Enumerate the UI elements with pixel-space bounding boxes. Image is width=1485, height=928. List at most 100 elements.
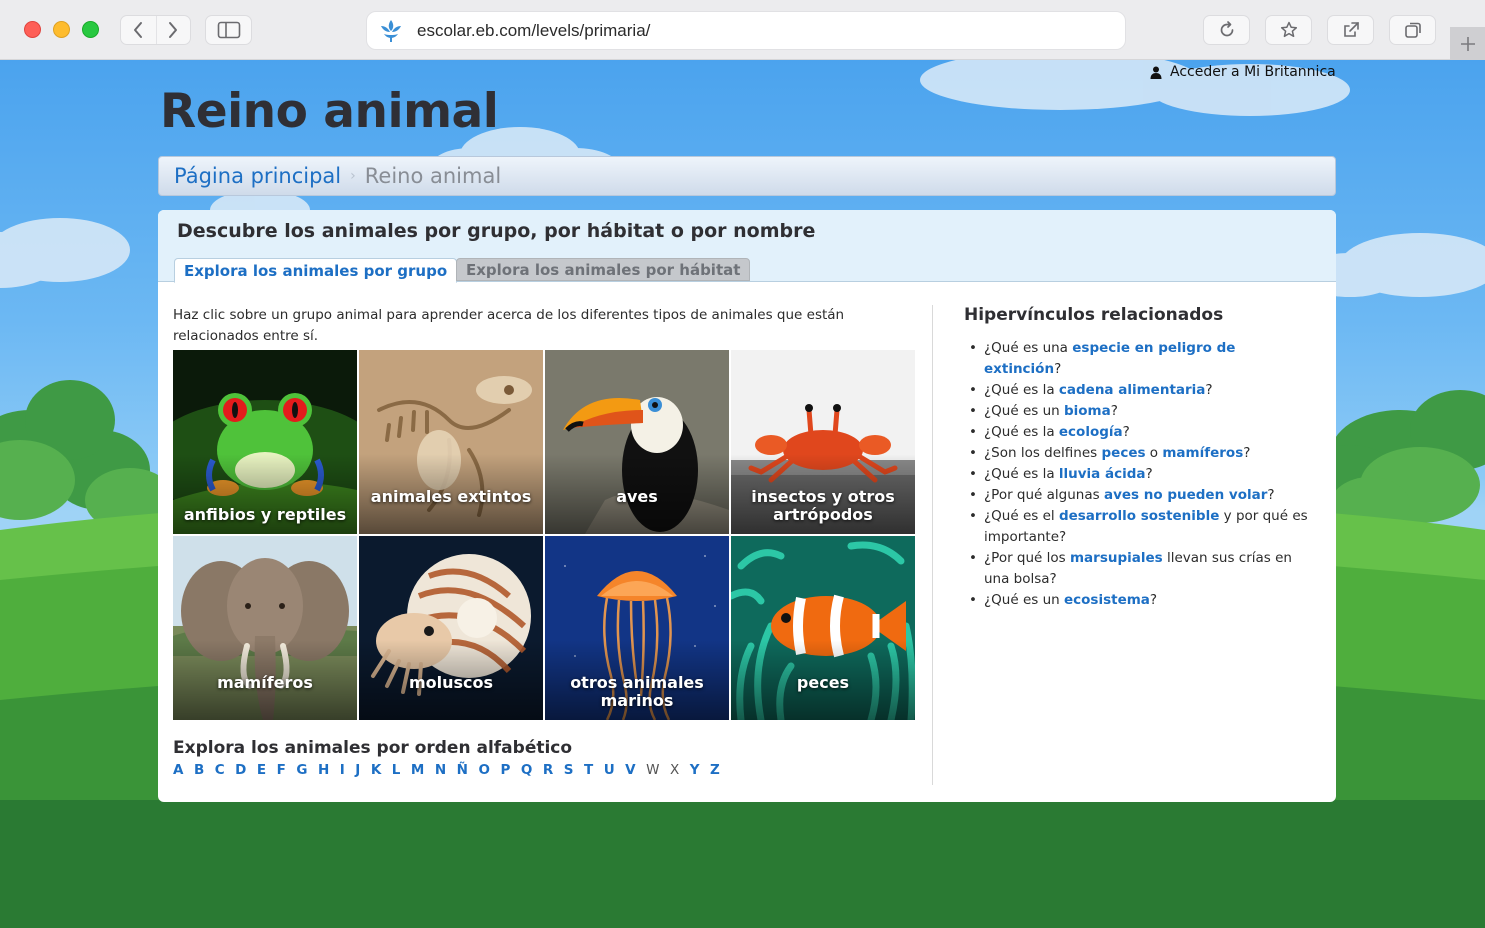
alphabet-letter[interactable]: F [277, 762, 286, 778]
reload-button[interactable] [1203, 15, 1250, 45]
new-tab-button[interactable] [1450, 27, 1485, 60]
animal-group-grid: anfibios y reptiles animales extintos av… [173, 350, 916, 720]
alphabet-letter[interactable]: G [296, 762, 307, 778]
related-link-text: ? [1110, 403, 1118, 419]
alphabet-letter[interactable]: U [604, 762, 615, 778]
panel-title: Descubre los animales por grupo, por háb… [177, 220, 816, 242]
close-window-button[interactable] [24, 21, 41, 38]
alphabet-letter[interactable]: C [215, 762, 225, 778]
breadcrumb-home-link[interactable]: Página principal [174, 164, 341, 188]
related-link-text: ? [1149, 592, 1158, 608]
alphabet-letter: X [669, 762, 680, 778]
alphabet-letter[interactable]: M [411, 762, 424, 778]
related-link-item: ¿Son los delfines peces o mamíferos? [964, 443, 1314, 464]
related-links-list: ¿Qué es una especie en peligro de extinc… [964, 338, 1314, 611]
group-tile-marine[interactable]: otros animales marinos [545, 536, 729, 720]
alphabet-letter[interactable]: R [543, 762, 553, 778]
alphabet-title: Explora los animales por orden alfabétic… [173, 738, 573, 758]
alphabet-letter[interactable]: S [564, 762, 574, 778]
related-link[interactable]: aves no pueden volar [1104, 487, 1267, 503]
group-tile-fish[interactable]: peces [731, 536, 915, 720]
alphabet-letter[interactable]: Ñ [457, 762, 468, 778]
breadcrumb-current: Reino animal [364, 164, 502, 188]
related-link-item: ¿Qué es la lluvia ácida? [964, 464, 1314, 485]
related-link-text: ¿Por qué los [984, 550, 1070, 566]
group-label: moluscos [408, 673, 494, 692]
account-link[interactable]: Acceder a Mi Britannica [1150, 64, 1336, 80]
related-link-text: ? [1267, 487, 1275, 503]
alphabet-letter[interactable]: L [392, 762, 401, 778]
alphabet-letter[interactable]: J [355, 762, 360, 778]
related-links-title: Hipervínculos relacionados [964, 305, 1224, 325]
related-link[interactable]: marsupiales [1070, 550, 1163, 566]
content-panel: Descubre los animales por grupo, por háb… [158, 210, 1336, 802]
group-tile-amphibians[interactable]: anfibios y reptiles [173, 350, 357, 534]
related-link[interactable]: desarrollo sostenible [1059, 508, 1219, 524]
minimize-window-button[interactable] [53, 21, 70, 38]
page-content: Acceder a Mi Britannica Reino animal Pág… [0, 60, 1485, 928]
group-label: insectos y otros artrópodos [751, 487, 895, 524]
alphabet-letter[interactable]: O [478, 762, 489, 778]
bookmark-button[interactable] [1265, 15, 1312, 45]
related-link-text: ¿Qué es un [984, 592, 1064, 608]
chevron-left-icon [134, 22, 143, 38]
group-label: anfibios y reptiles [183, 505, 347, 524]
related-link-text: ? [1205, 382, 1213, 398]
related-link-text: ¿Qué es la [984, 424, 1059, 440]
related-link[interactable]: ecología [1059, 424, 1123, 440]
alphabet-letter[interactable]: V [625, 762, 635, 778]
sidebar-toggle-button[interactable] [205, 15, 252, 45]
group-tile-extinct[interactable]: animales extintos [359, 350, 543, 534]
alphabet-letter[interactable]: Z [710, 762, 720, 778]
alphabet-letter[interactable]: A [173, 762, 183, 778]
related-link-text: ? [1145, 466, 1153, 482]
related-link[interactable]: mamíferos [1162, 445, 1243, 461]
alphabet-letter[interactable]: H [318, 762, 329, 778]
browser-toolbar: escolar.eb.com/levels/primaria/ [0, 0, 1485, 60]
related-link-item: ¿Qué es un bioma? [964, 401, 1314, 422]
related-link-item: ¿Qué es una especie en peligro de extinc… [964, 338, 1314, 380]
related-link-text: ¿Qué es la [984, 382, 1059, 398]
related-link[interactable]: ecosistema [1064, 592, 1150, 608]
url-text: escolar.eb.com/levels/primaria/ [417, 20, 651, 40]
related-link[interactable]: bioma [1064, 403, 1111, 419]
related-link-text: ¿Son los delfines [984, 445, 1102, 461]
group-tile-birds[interactable]: aves [545, 350, 729, 534]
share-button[interactable] [1327, 15, 1374, 45]
related-link-item: ¿Qué es un ecosistema? [964, 590, 1314, 611]
alphabet-letter[interactable]: K [371, 762, 381, 778]
alphabet-letter[interactable]: N [435, 762, 446, 778]
related-link-item: ¿Por qué algunas aves no pueden volar? [964, 485, 1314, 506]
navigation-buttons [120, 15, 191, 45]
tab-by-group[interactable]: Explora los animales por grupo [174, 258, 458, 283]
forward-button[interactable] [155, 16, 191, 44]
column-divider [932, 305, 933, 785]
alphabet-letter[interactable]: I [340, 762, 345, 778]
address-bar[interactable]: escolar.eb.com/levels/primaria/ [366, 11, 1126, 50]
alphabet-letter[interactable]: D [235, 762, 246, 778]
related-link-text: ¿Qué es el [984, 508, 1059, 524]
alphabet-letter[interactable]: E [257, 762, 266, 778]
related-link[interactable]: lluvia ácida [1059, 466, 1146, 482]
zoom-window-button[interactable] [82, 21, 99, 38]
reload-icon [1220, 21, 1233, 37]
group-tile-mollusks[interactable]: moluscos [359, 536, 543, 720]
alphabet-letter[interactable]: T [584, 762, 593, 778]
britannica-logo-icon [376, 16, 406, 46]
tab-overview-button[interactable] [1389, 15, 1436, 45]
related-link-text: ¿Qué es la [984, 466, 1059, 482]
alphabet-letter[interactable]: B [194, 762, 204, 778]
group-tile-arthropods[interactable]: insectos y otros artrópodos [731, 350, 915, 534]
alphabet-letter[interactable]: P [500, 762, 510, 778]
alphabet-letter[interactable]: Y [690, 762, 700, 778]
related-link-text: ¿Por qué algunas [984, 487, 1104, 503]
related-link[interactable]: peces [1102, 445, 1146, 461]
tabs-icon [1404, 22, 1421, 38]
group-tile-mammals[interactable]: mamíferos [173, 536, 357, 720]
alphabet-letter[interactable]: Q [521, 762, 532, 778]
related-link[interactable]: cadena alimentaria [1059, 382, 1206, 398]
panel-header: Descubre los animales por grupo, por háb… [158, 210, 1336, 283]
back-button[interactable] [121, 16, 156, 44]
tab-by-habitat[interactable]: Explora los animales por hábitat [456, 258, 751, 281]
related-link-text: ? [1054, 361, 1062, 377]
